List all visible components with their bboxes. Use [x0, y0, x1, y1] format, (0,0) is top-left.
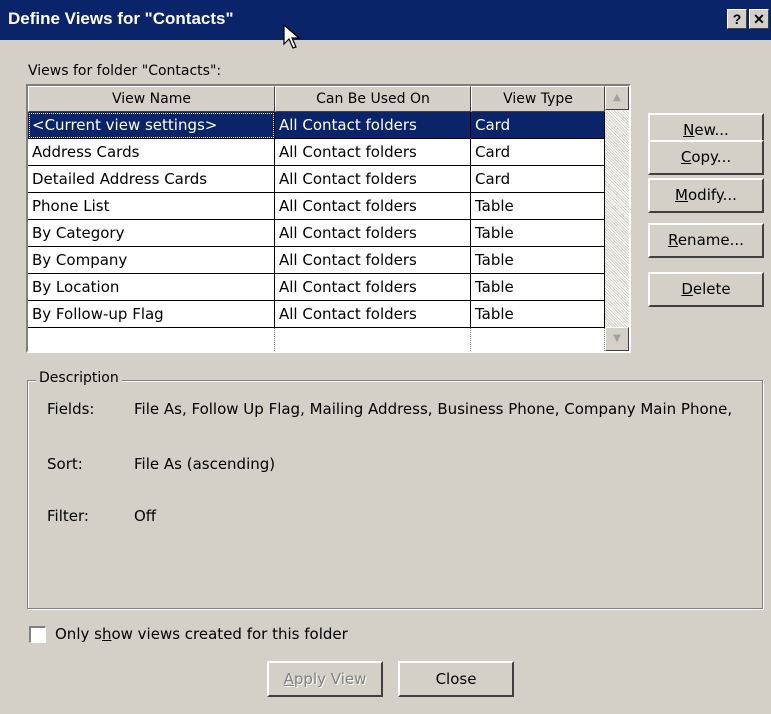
- views-list[interactable]: View Name Can Be Used On View Type <Curr…: [26, 84, 631, 353]
- table-row[interactable]: By Follow-up Flag All Contact folders Tabl…: [28, 301, 605, 328]
- table-row[interactable]: By Company All Contact folders Table: [28, 247, 605, 274]
- can-be-used-on-cell: All Contact folders: [275, 193, 471, 220]
- view-name-cell: By Location: [28, 274, 275, 301]
- can-be-used-on-cell: All Contact folders: [275, 166, 471, 193]
- views-for-folder-label: Views for folder "Contacts":: [28, 63, 222, 79]
- can-be-used-on-cell: All Contact folders: [275, 112, 471, 139]
- column-header-view-name[interactable]: View Name: [28, 86, 275, 112]
- copy-button[interactable]: Copy...: [648, 140, 764, 175]
- view-type-cell: Table: [471, 247, 605, 274]
- can-be-used-on-cell: All Contact folders: [275, 301, 471, 328]
- table-row[interactable]: <Current view settings> All Contact folde…: [28, 112, 605, 139]
- column-header-can-be-used-on[interactable]: Can Be Used On: [275, 86, 471, 112]
- modify-button[interactable]: Modify...: [648, 178, 764, 213]
- view-type-cell: Card: [471, 112, 605, 139]
- filter-label: Filter:: [47, 507, 89, 525]
- table-row[interactable]: By Category All Contact folders Table: [28, 220, 605, 247]
- apply-view-button[interactable]: Apply View: [267, 661, 383, 697]
- view-name-cell: Phone List: [28, 193, 275, 220]
- view-name-cell: By Follow-up Flag: [28, 301, 275, 328]
- view-name-cell: By Category: [28, 220, 275, 247]
- close-window-button[interactable]: ✕: [749, 9, 769, 29]
- view-type-cell: Card: [471, 139, 605, 166]
- view-name-cell: By Company: [28, 247, 275, 274]
- can-be-used-on-cell: All Contact folders: [275, 220, 471, 247]
- views-grid: View Name Can Be Used On View Type <Curr…: [28, 86, 605, 351]
- empty-row: [28, 328, 605, 351]
- rename-button[interactable]: Rename...: [648, 223, 764, 258]
- empty-cell: [28, 328, 275, 351]
- scroll-up-arrow-icon[interactable]: ▲: [605, 86, 629, 110]
- view-type-cell: Table: [471, 193, 605, 220]
- only-show-views-label[interactable]: Only show views created for this folder: [55, 625, 348, 643]
- column-header-row: View Name Can Be Used On View Type: [28, 86, 605, 112]
- sort-value: File As (ascending): [134, 455, 276, 473]
- view-name-cell: <Current view settings>: [28, 112, 275, 139]
- view-type-cell: Table: [471, 301, 605, 328]
- view-type-cell: Table: [471, 274, 605, 301]
- help-button[interactable]: ?: [727, 9, 747, 29]
- window-title: Define Views for "Contacts": [8, 9, 234, 28]
- table-row[interactable]: Detailed Address Cards All Contact folder…: [28, 166, 605, 193]
- title-bar: Define Views for "Contacts" ? ✕: [0, 0, 771, 40]
- fields-value: File As, Follow Up Flag, Mailing Address…: [134, 400, 733, 418]
- view-name-cell: Detailed Address Cards: [28, 166, 275, 193]
- table-row[interactable]: Phone List All Contact folders Table: [28, 193, 605, 220]
- view-name-cell: Address Cards: [28, 139, 275, 166]
- only-show-views-checkbox[interactable]: [29, 626, 46, 643]
- sort-label: Sort:: [47, 455, 83, 473]
- view-type-cell: Card: [471, 166, 605, 193]
- filter-value: Off: [134, 507, 157, 525]
- mouse-cursor-icon: [283, 24, 301, 49]
- description-title: Description: [36, 370, 122, 386]
- table-row[interactable]: Address Cards All Contact folders Card: [28, 139, 605, 166]
- column-header-view-type[interactable]: View Type: [471, 86, 605, 112]
- vertical-scrollbar[interactable]: ▲ ▼: [605, 86, 629, 351]
- can-be-used-on-cell: All Contact folders: [275, 247, 471, 274]
- can-be-used-on-cell: All Contact folders: [275, 139, 471, 166]
- fields-label: Fields:: [47, 400, 95, 418]
- empty-cell: [275, 328, 471, 351]
- delete-button[interactable]: Delete: [648, 272, 764, 307]
- close-button[interactable]: Close: [398, 661, 514, 697]
- can-be-used-on-cell: All Contact folders: [275, 274, 471, 301]
- view-type-cell: Table: [471, 220, 605, 247]
- scroll-down-arrow-icon[interactable]: ▼: [605, 327, 629, 351]
- empty-cell: [471, 328, 605, 351]
- table-row[interactable]: By Location All Contact folders Table: [28, 274, 605, 301]
